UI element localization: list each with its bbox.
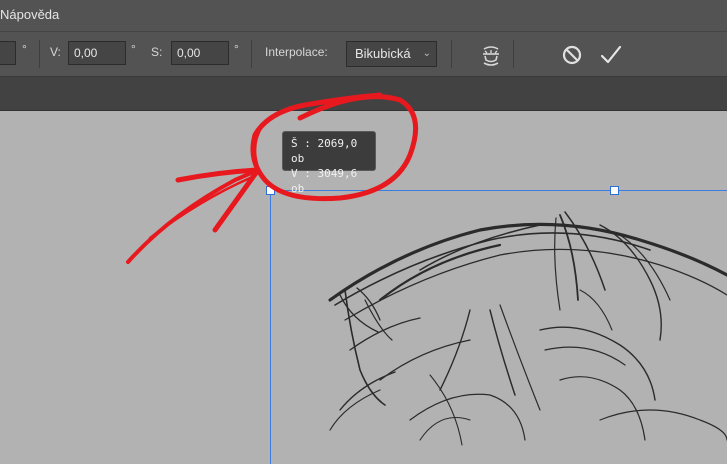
red-annotation bbox=[126, 92, 419, 264]
dimension-tooltip: Š : 2069,0 ob V : 3049,6 ob bbox=[282, 131, 376, 195]
tooltip-height: V : 3049,6 ob bbox=[291, 167, 358, 195]
tooltip-width: Š : 2069,0 ob bbox=[291, 137, 358, 165]
